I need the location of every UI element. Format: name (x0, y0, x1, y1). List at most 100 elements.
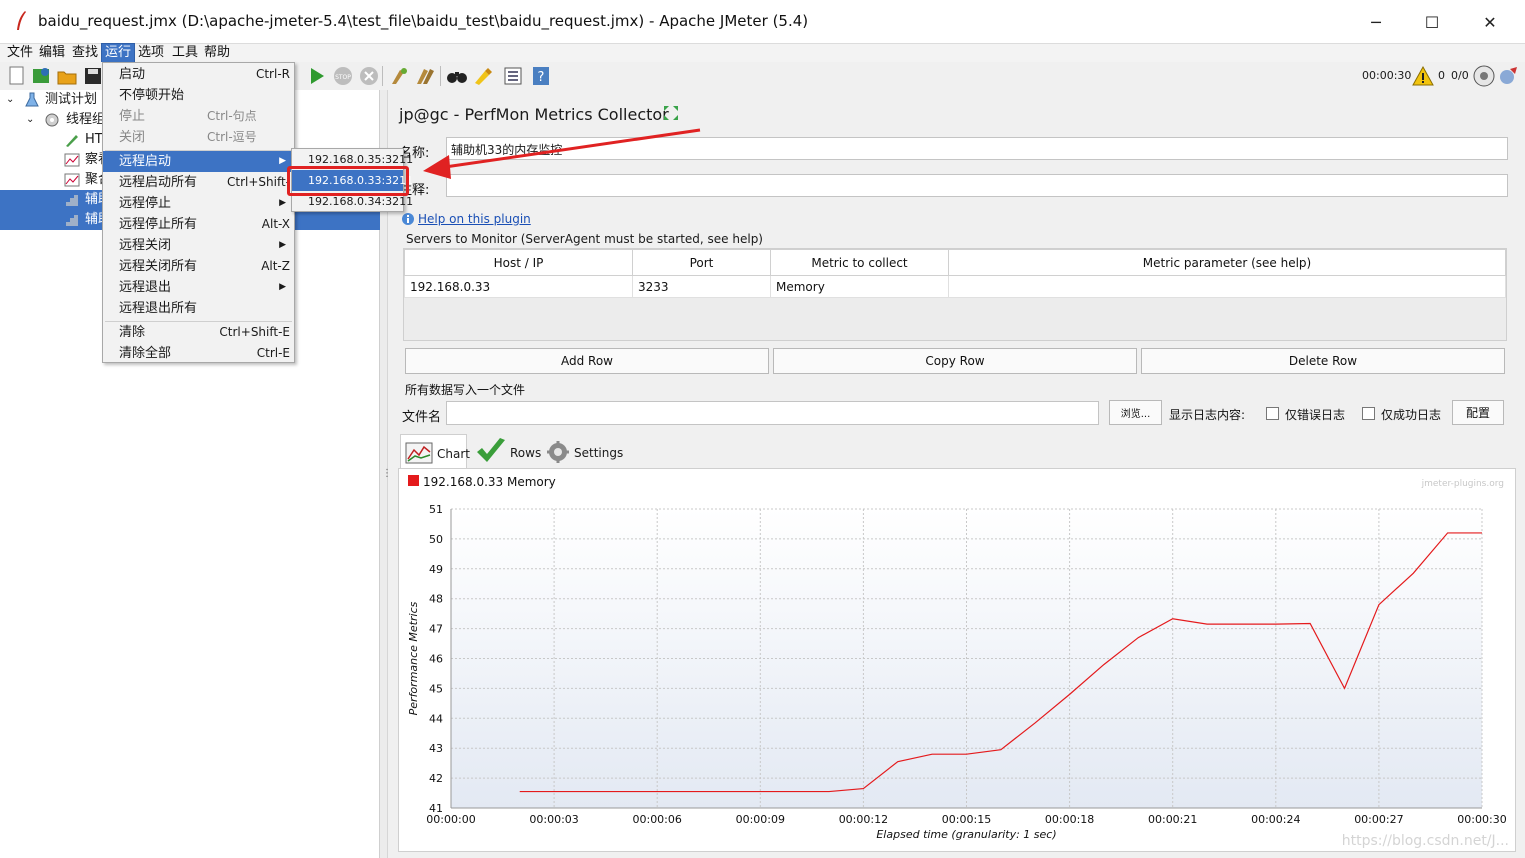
column-header-metric-param[interactable]: Metric parameter (see help) (948, 249, 1506, 276)
x-tick-label: 00:00:12 (839, 813, 888, 826)
servers-table: Host / IP Port Metric to collect Metric … (404, 249, 1506, 298)
menu-edit[interactable]: 编辑 (36, 44, 68, 62)
column-header-port[interactable]: Port (632, 249, 771, 276)
maximize-button[interactable]: ☐ (1417, 8, 1447, 36)
help-on-plugin-link[interactable]: Help on this plugin (418, 212, 531, 226)
menu-run[interactable]: 运行 (100, 43, 136, 63)
menu-item-start[interactable]: 启动 Ctrl-R (103, 64, 294, 85)
collapse-icon[interactable]: ⌄ (6, 90, 14, 110)
menu-item-remote-start-all[interactable]: 远程启动所有 Ctrl+Shift-R (103, 172, 298, 193)
browse-button[interactable]: 浏览... (1109, 400, 1162, 425)
chart-icon (405, 442, 433, 464)
y-tick-label: 45 (429, 682, 443, 695)
tree-item-label: HT (85, 132, 103, 147)
gear-icon (45, 113, 59, 127)
perfmon-panel: jp@gc - PerfMon Metrics Collector 名称: 辅助… (389, 90, 1525, 858)
site-watermark: https://blog.csdn.net/J... (1342, 833, 1509, 849)
menu-tools[interactable]: 工具 (169, 44, 201, 62)
menu-item-label: 远程停止所有 (119, 217, 198, 232)
log-content-label: 显示日志内容: (1169, 408, 1246, 422)
tab-chart[interactable]: Chart (400, 434, 470, 468)
x-tick-label: 00:00:30 (1457, 813, 1506, 826)
tab-settings-label: Settings (574, 446, 624, 460)
collapse-icon[interactable]: ⌄ (26, 110, 34, 130)
cell-metric[interactable]: Memory (770, 275, 949, 298)
column-header-metric[interactable]: Metric to collect (770, 249, 949, 276)
svg-text:STOP: STOP (335, 74, 351, 81)
search-icon[interactable] (446, 66, 468, 86)
menu-item-remote-exit[interactable]: 远程退出 ▶ (103, 277, 294, 298)
log-viewer-icon[interactable] (1498, 65, 1520, 87)
clear-all-icon[interactable] (414, 66, 436, 86)
servers-section-label: Servers to Monitor (ServerAgent must be … (406, 232, 763, 246)
delete-row-button[interactable]: Delete Row (1141, 348, 1505, 374)
menu-item-remote-shutdown-all[interactable]: 远程关闭所有 Alt-Z (103, 256, 294, 277)
menu-item-label: 远程启动 (119, 154, 172, 169)
menu-item-shortcut: Ctrl+Shift-E (219, 325, 290, 339)
menu-file[interactable]: 文件 (4, 44, 36, 62)
menu-item-label: 关闭 (119, 130, 146, 145)
function-helper-icon[interactable] (502, 66, 524, 86)
table-row[interactable]: 192.168.0.33 3233 Memory (404, 275, 1506, 298)
menu-options[interactable]: 选项 (135, 44, 167, 62)
y-axis-label: Performance Metrics (407, 601, 420, 715)
warning-icon[interactable] (1412, 66, 1434, 86)
menu-item-clear[interactable]: 清除 Ctrl+Shift-E (103, 322, 294, 343)
annotation-highlight-box (287, 166, 409, 196)
errors-only-checkbox[interactable] (1266, 407, 1279, 420)
menu-search[interactable]: 查找 (69, 44, 101, 62)
add-row-button[interactable]: Add Row (405, 348, 769, 374)
menu-item-remote-exit-all[interactable]: 远程退出所有 (103, 298, 294, 319)
menu-item-label: 不停顿开始 (119, 88, 185, 103)
success-only-checkbox[interactable] (1362, 407, 1375, 420)
menu-item-remote-stop-all[interactable]: 远程停止所有 Alt-X (103, 214, 294, 235)
panel-title: jp@gc - PerfMon Metrics Collector (399, 105, 669, 124)
shutdown-icon[interactable] (358, 66, 380, 86)
clear-icon[interactable] (388, 66, 410, 86)
menu-item-label: 远程退出所有 (119, 301, 198, 316)
y-tick-label: 42 (429, 772, 443, 785)
cell-metric-param[interactable] (948, 275, 1506, 298)
menu-item-label: 启动 (119, 67, 146, 82)
start-no-pauses-icon[interactable] (306, 66, 328, 86)
menu-item-shutdown[interactable]: 关闭 Ctrl-逗号 (103, 127, 294, 148)
menu-help[interactable]: 帮助 (201, 44, 233, 62)
close-button[interactable]: ✕ (1475, 8, 1505, 36)
menu-bar: 文件 编辑 查找 运行 选项 工具 帮助 (0, 43, 1525, 63)
stop-icon[interactable]: STOP (332, 66, 354, 86)
menu-item-shortcut: Alt-Z (261, 259, 290, 273)
cell-port[interactable]: 3233 (632, 275, 771, 298)
tab-rows[interactable]: Rows (472, 434, 544, 468)
menu-item-shortcut: Ctrl-R (255, 67, 290, 81)
open-icon[interactable] (56, 66, 78, 86)
menu-item-start-no-pauses[interactable]: 不停顿开始 (103, 85, 294, 106)
cell-host[interactable]: 192.168.0.33 (404, 275, 633, 298)
menu-item-stop[interactable]: 停止 Ctrl-句点 (103, 106, 294, 127)
save-icon[interactable] (82, 66, 104, 86)
templates-icon[interactable] (30, 66, 52, 86)
minimize-button[interactable]: ─ (1361, 8, 1391, 36)
copy-row-button[interactable]: Copy Row (773, 348, 1137, 374)
chart-panel: 192.168.0.33 Memory jmeter-plugins.org 00:… (398, 468, 1516, 852)
reset-search-icon[interactable] (472, 66, 494, 86)
svg-text:?: ? (538, 70, 545, 85)
help-icon[interactable]: ? (530, 66, 552, 86)
menu-item-remote-stop[interactable]: 远程停止 ▶ (103, 193, 294, 214)
tab-settings[interactable]: Settings (547, 434, 627, 468)
configure-button[interactable]: 配置 (1452, 400, 1504, 425)
new-icon[interactable] (6, 66, 28, 86)
gear-icon (547, 441, 569, 463)
errors-only-label: 仅错误日志 (1285, 408, 1346, 422)
menu-item-clear-all[interactable]: 清除全部 Ctrl-E (103, 343, 294, 364)
menu-item-remote-start[interactable]: 远程启动 ▶ (103, 151, 294, 172)
window-title: baidu_request.jmx (D:\apache-jmeter-5.4\… (38, 12, 809, 30)
x-tick-label: 00:00:15 (942, 813, 991, 826)
perfmon-chart: 192.168.0.33 Memory jmeter-plugins.org 00:… (407, 475, 1509, 849)
filename-input[interactable] (446, 401, 1099, 425)
y-tick-label: 41 (429, 802, 443, 815)
menu-item-label: 远程退出 (119, 280, 172, 295)
legend-label: 192.168.0.33 Memory (423, 475, 556, 489)
expand-icon[interactable] (662, 104, 680, 122)
column-header-host[interactable]: Host / IP (404, 249, 633, 276)
menu-item-remote-shutdown[interactable]: 远程关闭 ▶ (103, 235, 294, 256)
